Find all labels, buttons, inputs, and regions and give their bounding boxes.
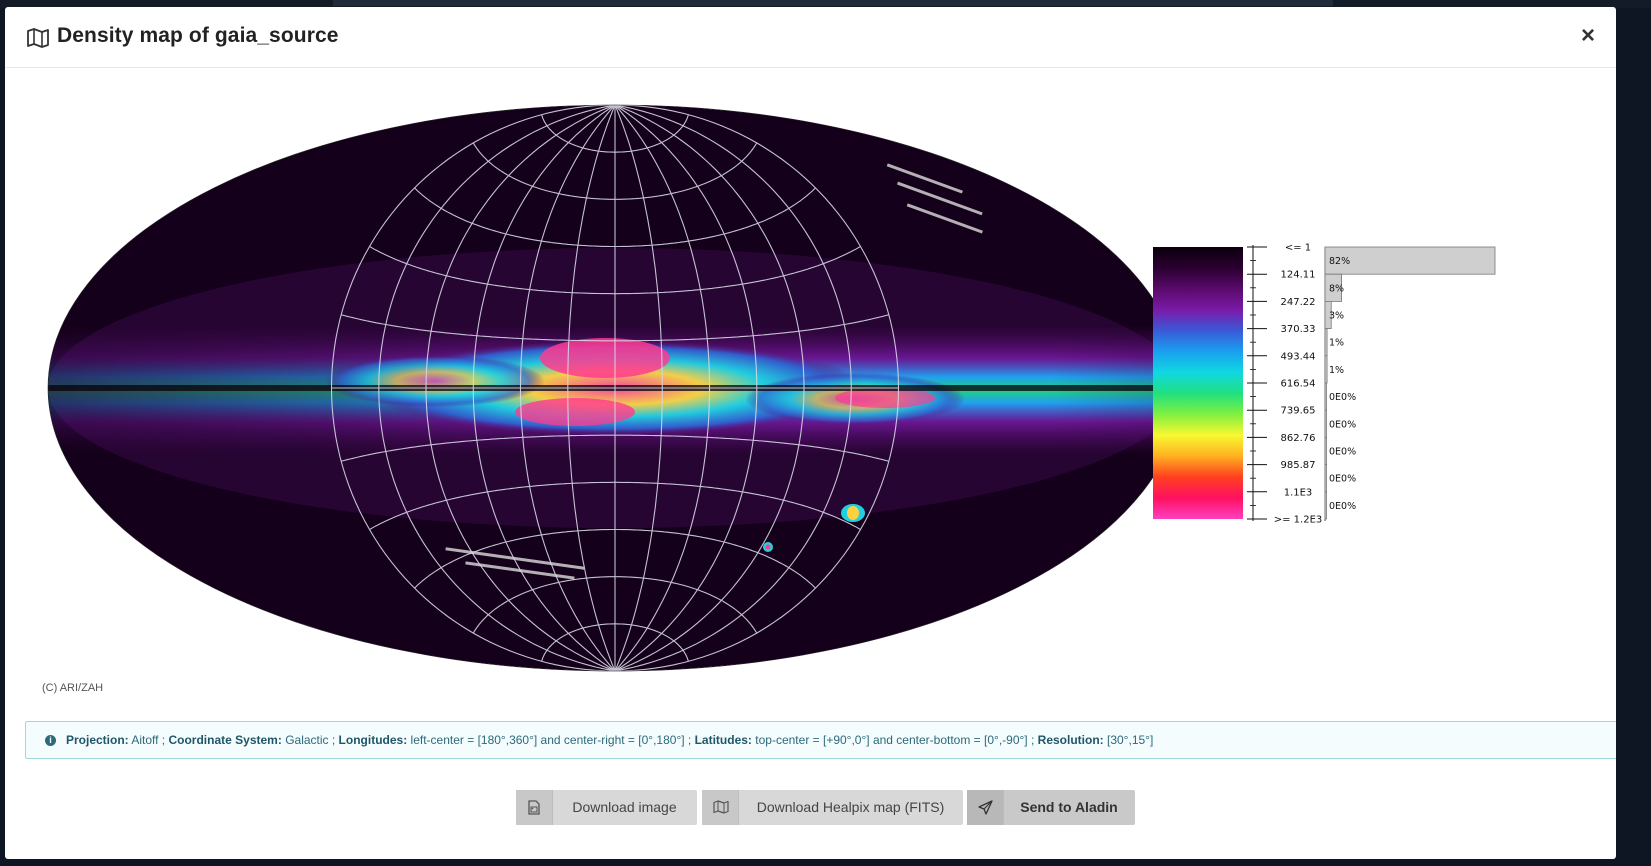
histogram-percent-label: 0E0% [1329,419,1356,430]
graticule-grid [330,104,900,672]
scale-tick-label: 616.54 [1281,379,1316,390]
send-to-aladin-button[interactable]: Send to Aladin [967,790,1135,825]
download-image-button[interactable]: Download image [516,790,697,825]
scale-tick-label: 862.76 [1281,433,1316,444]
density-map-modal: Density map of gaia_source × <= 1 124.11… [5,7,1616,859]
scale-tick-label: 247.22 [1281,297,1316,308]
density-map: <= 1 124.11 247.22 370.33 493.44 616.54 739.65… [47,104,1496,672]
projection-value: Aitoff ; [131,733,166,747]
histogram-bar [1324,382,1327,411]
download-healpix-button[interactable]: Download Healpix map (FITS) [702,790,963,825]
histogram-percent-label: 0E0% [1329,447,1356,458]
scale-tick-label: 124.11 [1281,270,1316,281]
coordinate-system-value: Galactic ; [285,733,336,747]
coordinate-system-label: Coordinate System: [168,733,282,747]
histogram-percent-label: 0E0% [1329,474,1356,485]
histogram-percent-label: 0E0% [1329,392,1356,403]
histogram-bar [1324,246,1496,275]
scale-tick-label: <= 1 [1285,243,1311,254]
scale-tick-label: 1.1E3 [1284,487,1313,498]
latitudes-label: Latitudes: [694,733,752,747]
projection-info-text: Projection: Aitoff ; Coordinate System: … [66,733,1153,747]
histogram-percent-label: 1% [1329,338,1344,349]
scale-tick-label: >= 1.2E3 [1274,515,1323,526]
scale-tick-label: 739.65 [1281,406,1316,417]
histogram-percent-label: 1% [1329,365,1344,376]
histogram-bar [1324,491,1327,520]
histogram-bar [1324,464,1327,493]
resolution-value: [30°,15°] [1107,733,1154,747]
info-circle-icon: i [45,735,56,746]
copyright-text: (C) ARI/ZAH [42,682,104,694]
longitudes-value: left-center = [180°,360°] and center-rig… [410,733,692,747]
histogram-percent-label: 8% [1329,283,1344,294]
color-scale-bar [1153,247,1243,519]
histogram-percent-label: 0E0% [1329,501,1356,512]
histogram-percent-label: 3% [1329,311,1344,322]
latitudes-value: top-center = [+90°,0°] and center-bottom… [755,733,1035,747]
download-healpix-label: Download Healpix map (FITS) [756,799,945,815]
download-image-label: Download image [572,799,677,815]
color-scale-legend: <= 1 124.11 247.22 370.33 493.44 616.54 739.65… [1153,243,1496,526]
histogram-bar [1324,409,1327,438]
histogram-bar [1324,355,1328,384]
send-to-aladin-label: Send to Aladin [1020,799,1118,815]
resolution-label: Resolution: [1037,733,1104,747]
scale-tick-label: 493.44 [1281,351,1316,362]
scale-tick-label: 985.87 [1281,460,1316,471]
histogram-bar [1324,328,1328,357]
histogram-bar [1324,436,1327,465]
histogram-percent-label: 82% [1329,256,1350,267]
longitudes-label: Longitudes: [338,733,408,747]
projection-info-bar: i Projection: Aitoff ; Coordinate System… [25,721,1616,759]
projection-label: Projection: [66,733,129,747]
scale-tick-label: 370.33 [1281,324,1316,335]
backdrop-bar [333,0,1333,6]
